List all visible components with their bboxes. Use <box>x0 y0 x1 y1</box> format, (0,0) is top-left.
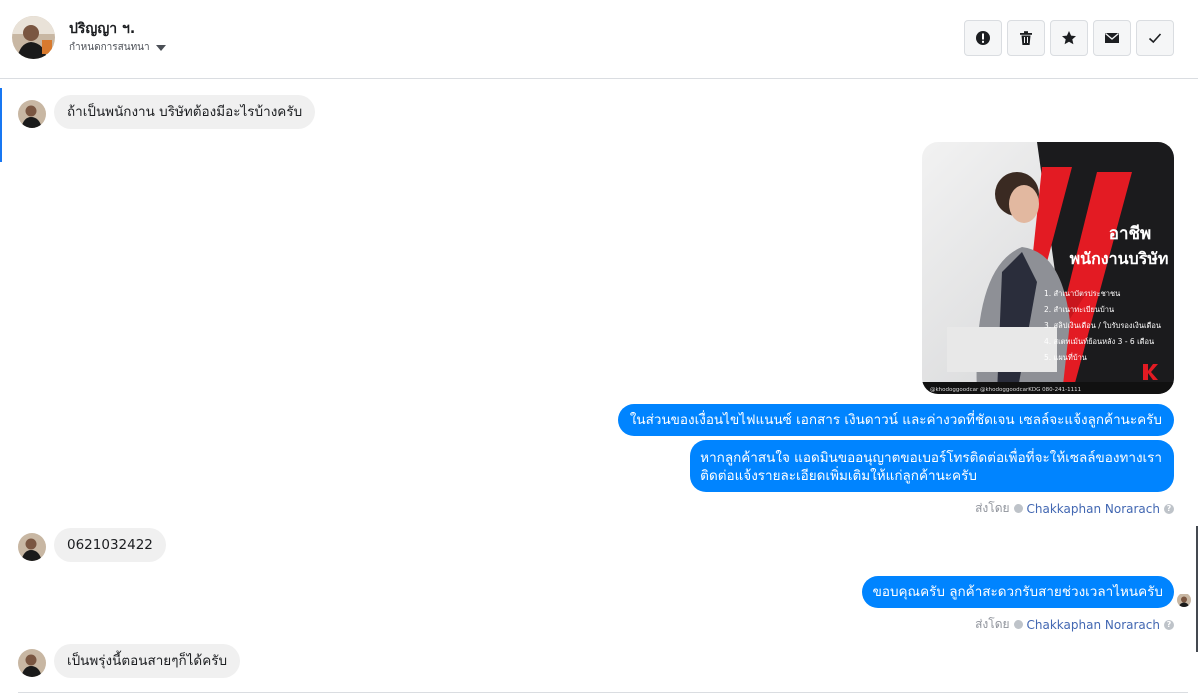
outgoing-message: ในส่วนของเงื่อนไขไฟแนนซ์ เอกสาร เงินดาวน… <box>617 404 1174 436</box>
composer-divider <box>18 692 1188 693</box>
seen-avatar <box>1177 593 1191 607</box>
image-footer: @khodoggoodcar @khodoggoodcarKDG 080-241… <box>930 387 1081 393</box>
conversation-toolbar <box>964 20 1174 56</box>
sender-avatar <box>18 100 46 128</box>
sent-by-label: ส่งโดย <box>975 617 1010 631</box>
mark-unread-button[interactable] <box>1093 20 1131 56</box>
envelope-icon <box>1105 33 1119 43</box>
help-icon[interactable]: ? <box>1164 619 1174 630</box>
image-item-3: 3. สลิปเงินเดือน / ใบรับรองเงินเดือน <box>1044 321 1161 330</box>
image-item-2: 2. สำเนาทะเบียนบ้าน <box>1044 305 1114 314</box>
delete-button[interactable] <box>1007 20 1045 56</box>
sent-by-info: ส่งโดย Chakkaphan Norarach ? <box>975 499 1174 518</box>
outgoing-message: ขอบคุณครับ ลูกค้าสะดวกรับสายช่วงเวลาไหนค… <box>861 576 1174 608</box>
contact-avatar[interactable] <box>12 16 55 59</box>
image-item-1: 1. สำเนาบัตรประชาชน <box>1044 289 1120 298</box>
outgoing-message: หากลูกค้าสนใจ แอดมินขออนุญาตขอเบอร์โทรติ… <box>690 440 1174 492</box>
verified-icon <box>1013 504 1023 513</box>
verified-icon <box>1013 620 1023 629</box>
career-documents-image: อาชีพ พนักงานบริษัท 1. สำเนาบัตรประชาชน … <box>922 142 1174 394</box>
message-line: หากลูกค้าสนใจ แอดมินขออนุญาตขอเบอร์โทรติ… <box>700 450 1162 466</box>
trash-icon <box>1020 31 1032 45</box>
help-icon[interactable]: ? <box>1164 503 1174 514</box>
sender-avatar <box>18 649 46 677</box>
sent-by-info: ส่งโดย Chakkaphan Norarach ? <box>975 615 1174 634</box>
incoming-message: เป็นพรุ่งนี้ตอนสายๆก็ได้ครับ <box>54 644 241 678</box>
spam-button[interactable] <box>964 20 1002 56</box>
image-item-4: 4. สเตทเม้นท์ย้อนหลัง 3 - 6 เดือน <box>1044 337 1154 346</box>
agent-name-link[interactable]: Chakkaphan Norarach <box>1027 618 1160 632</box>
sender-avatar <box>18 533 46 561</box>
image-title: อาชีพ <box>1109 223 1152 243</box>
selected-indicator <box>0 88 2 162</box>
image-item-5: 5. แผนที่บ้าน <box>1044 352 1087 362</box>
conversation-label: กำหนดการสนทนา <box>69 42 150 53</box>
star-button[interactable] <box>1050 20 1088 56</box>
alert-icon <box>976 31 990 45</box>
conversation-label-dropdown[interactable]: กำหนดการสนทนา <box>69 40 166 55</box>
sent-by-label: ส่งโดย <box>975 501 1010 515</box>
mark-done-button[interactable] <box>1136 20 1174 56</box>
conversation-header: ปริญญา ฯ. กำหนดการสนทนา <box>0 0 1198 79</box>
contact-name: ปริญญา ฯ. <box>69 21 136 37</box>
incoming-message: ถ้าเป็นพนักงาน บริษัทต้องมีอะไรบ้างครับ <box>54 95 316 129</box>
star-icon <box>1062 31 1076 45</box>
incoming-message: 0621032422 <box>54 528 166 562</box>
caret-down-icon <box>155 44 166 51</box>
message-line: ติดต่อแจ้งรายละเอียดเพิ่มเติมให้แก่ลูกค้… <box>700 468 977 484</box>
outgoing-image[interactable]: อาชีพ พนักงานบริษัท 1. สำเนาบัตรประชาชน … <box>922 142 1174 394</box>
check-icon <box>1148 33 1162 44</box>
agent-name-link[interactable]: Chakkaphan Norarach <box>1027 502 1160 516</box>
conversation-view: ปริญญา ฯ. กำหนดการสนทนา ถ้าเป็นพนักงาน บ… <box>0 0 1198 694</box>
image-subtitle: พนักงานบริษัท <box>1070 250 1169 268</box>
